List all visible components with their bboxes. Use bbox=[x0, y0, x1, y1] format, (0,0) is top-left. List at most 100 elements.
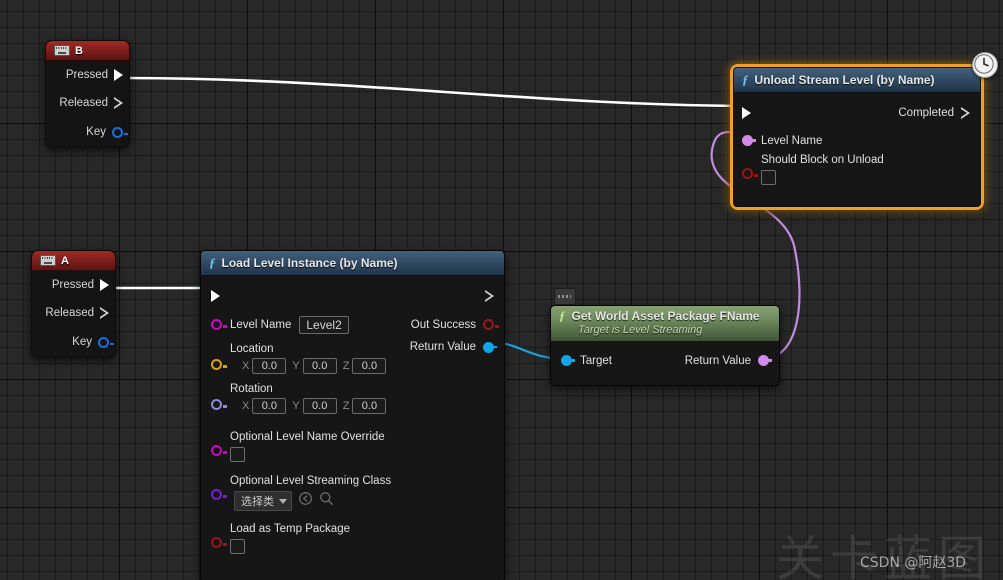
event-node-keyboard-a[interactable]: A Pressed Released Key bbox=[31, 250, 116, 358]
unload-input-level-name[interactable]: Level Name bbox=[734, 127, 980, 154]
axis-label-y: Y bbox=[292, 400, 300, 412]
location-z-input[interactable]: 0.0 bbox=[352, 358, 387, 374]
clock-icon bbox=[972, 52, 998, 78]
get-world-asset-pin-row[interactable]: Target Return Value bbox=[551, 349, 779, 373]
load-title: Load Level Instance (by Name) bbox=[221, 256, 398, 270]
pin-label: Out Success bbox=[410, 318, 476, 331]
data-input-pin-streaming-class[interactable] bbox=[211, 489, 227, 500]
keyboard-icon bbox=[40, 255, 56, 266]
data-input-pin-location[interactable] bbox=[211, 359, 227, 370]
node-load-level-instance[interactable]: ƒ Load Level Instance (by Name) Level Na… bbox=[200, 250, 505, 580]
unload-input-should-block[interactable]: Should Block on Unload bbox=[734, 154, 980, 194]
axis-label-z: Z bbox=[342, 360, 350, 372]
event-a-pin-released[interactable]: Released bbox=[32, 299, 115, 327]
location-y-input[interactable]: 0.0 bbox=[302, 358, 337, 374]
load-row-temp-package[interactable]: Load as Temp Package bbox=[201, 523, 504, 563]
data-output-pin-return-value[interactable] bbox=[758, 355, 772, 367]
data-output-pin-key[interactable] bbox=[98, 336, 114, 348]
rotation-x-input[interactable]: 0.0 bbox=[252, 398, 287, 414]
pin-label: Load as Temp Package bbox=[230, 523, 350, 535]
axis-label-x: X bbox=[242, 360, 250, 372]
exec-output-pin-completed[interactable] bbox=[961, 107, 970, 119]
node-get-world-asset-package-fname[interactable]: ƒ Get World Asset Package FName Target i… bbox=[550, 305, 780, 386]
exec-output-pin[interactable] bbox=[100, 307, 109, 319]
load-row-level-name[interactable]: Level Name Level2 Out Success bbox=[201, 310, 504, 339]
pin-label: Return Value bbox=[684, 354, 751, 367]
exec-input-pin[interactable] bbox=[742, 107, 751, 119]
event-node-keyboard-b[interactable]: B Pressed Released Key bbox=[45, 40, 130, 148]
load-body: Level Name Level2 Out Success Location X bbox=[201, 276, 504, 580]
unload-title: Unload Stream Level (by Name) bbox=[754, 73, 935, 87]
comment-badge-icon bbox=[554, 288, 576, 305]
streaming-class-select[interactable]: 选择类 bbox=[234, 491, 292, 511]
browse-asset-icon[interactable] bbox=[298, 491, 313, 511]
location-x-input[interactable]: 0.0 bbox=[252, 358, 287, 374]
optional-level-name-override-checkbox[interactable] bbox=[230, 447, 245, 462]
level-name-input[interactable]: Level2 bbox=[299, 315, 349, 334]
exec-output-pin[interactable] bbox=[100, 279, 109, 291]
event-b-pin-released[interactable]: Released bbox=[46, 89, 129, 117]
exec-output-pin[interactable] bbox=[485, 290, 494, 302]
data-input-pin-level-name[interactable] bbox=[211, 319, 227, 330]
pin-label: Released bbox=[45, 307, 94, 319]
unload-exec-row[interactable]: Completed bbox=[734, 99, 980, 127]
load-row-name-override[interactable]: Optional Level Name Override bbox=[201, 431, 504, 475]
exec-output-pin[interactable] bbox=[114, 97, 123, 109]
blueprint-graph-canvas[interactable]: 关卡蓝图 CSDN @阿赵3D B Pressed Released Key A… bbox=[0, 0, 1003, 580]
axis-label-z: Z bbox=[342, 400, 350, 412]
function-icon: ƒ bbox=[209, 255, 216, 270]
should-block-on-unload-checkbox[interactable] bbox=[761, 170, 776, 185]
data-input-pin-level-name[interactable] bbox=[742, 135, 756, 146]
load-exec-row[interactable] bbox=[201, 282, 504, 310]
pin-label: Level Name bbox=[230, 318, 292, 331]
rotation-z-input[interactable]: 0.0 bbox=[352, 398, 387, 414]
event-b-title: B bbox=[75, 44, 83, 57]
data-input-pin-name-override[interactable] bbox=[211, 445, 227, 456]
data-output-pin-key[interactable] bbox=[112, 126, 128, 138]
node-unload-stream-level-selected[interactable]: ƒ Unload Stream Level (by Name) Complete… bbox=[730, 52, 998, 210]
function-icon: ƒ bbox=[559, 308, 566, 323]
unload-completed-label: Completed bbox=[898, 107, 954, 119]
pin-label: Target bbox=[580, 354, 612, 367]
get-world-asset-body: Target Return Value bbox=[551, 342, 779, 385]
event-b-pin-key[interactable]: Key bbox=[46, 117, 129, 147]
wire-b-pressed-to-unload-exec bbox=[121, 76, 742, 108]
event-a-title: A bbox=[61, 254, 69, 267]
pin-label: Optional Level Name Override bbox=[230, 431, 385, 443]
node-unload-stream-level[interactable]: ƒ Unload Stream Level (by Name) Complete… bbox=[733, 67, 981, 207]
event-b-pin-pressed[interactable]: Pressed bbox=[46, 61, 129, 89]
pin-label: Return Value bbox=[409, 341, 476, 353]
data-input-pin-temp-package[interactable] bbox=[211, 537, 227, 548]
load-row-streaming-class[interactable]: Optional Level Streaming Class 选择类 bbox=[201, 475, 504, 523]
data-input-pin-should-block[interactable] bbox=[742, 168, 758, 179]
pin-label: Should Block on Unload bbox=[761, 154, 884, 166]
get-world-asset-title: Get World Asset Package FName bbox=[571, 308, 760, 323]
function-icon: ƒ bbox=[742, 72, 749, 87]
axis-label-x: X bbox=[242, 400, 250, 412]
load-row-rotation[interactable]: Rotation X 0.0 Y 0.0 Z 0.0 bbox=[201, 383, 504, 431]
pin-label: Pressed bbox=[51, 279, 94, 291]
data-input-pin-rotation[interactable] bbox=[211, 399, 227, 410]
chevron-down-icon bbox=[279, 498, 287, 504]
exec-input-pin[interactable] bbox=[211, 290, 220, 302]
unload-body: Completed Level Name Should Block on Unl… bbox=[734, 93, 980, 206]
unload-title-bar: ƒ Unload Stream Level (by Name) bbox=[734, 68, 980, 93]
event-a-pin-pressed[interactable]: Pressed bbox=[32, 271, 115, 299]
data-output-pin-out-success[interactable] bbox=[483, 319, 499, 330]
search-icon[interactable] bbox=[319, 491, 334, 511]
data-input-pin-target[interactable] bbox=[561, 355, 575, 367]
event-a-pin-key[interactable]: Key bbox=[32, 327, 115, 357]
pin-label: Location bbox=[230, 343, 274, 355]
load-title-bar: ƒ Load Level Instance (by Name) bbox=[201, 251, 504, 276]
pin-label: Released bbox=[59, 97, 108, 109]
data-output-pin-return-value[interactable] bbox=[483, 341, 497, 353]
pin-label: Key bbox=[72, 336, 92, 348]
load-as-temp-package-checkbox[interactable] bbox=[230, 539, 245, 554]
watermark-small: CSDN @阿赵3D bbox=[860, 555, 967, 571]
exec-output-pin[interactable] bbox=[114, 69, 123, 81]
axis-label-y: Y bbox=[292, 360, 300, 372]
get-world-asset-subtitle: Target is Level Streaming bbox=[578, 323, 703, 336]
load-row-location[interactable]: Location X 0.0 Y 0.0 Z 0.0 Return Value bbox=[201, 339, 504, 383]
rotation-y-input[interactable]: 0.0 bbox=[302, 398, 337, 414]
pin-label: Key bbox=[86, 126, 106, 138]
